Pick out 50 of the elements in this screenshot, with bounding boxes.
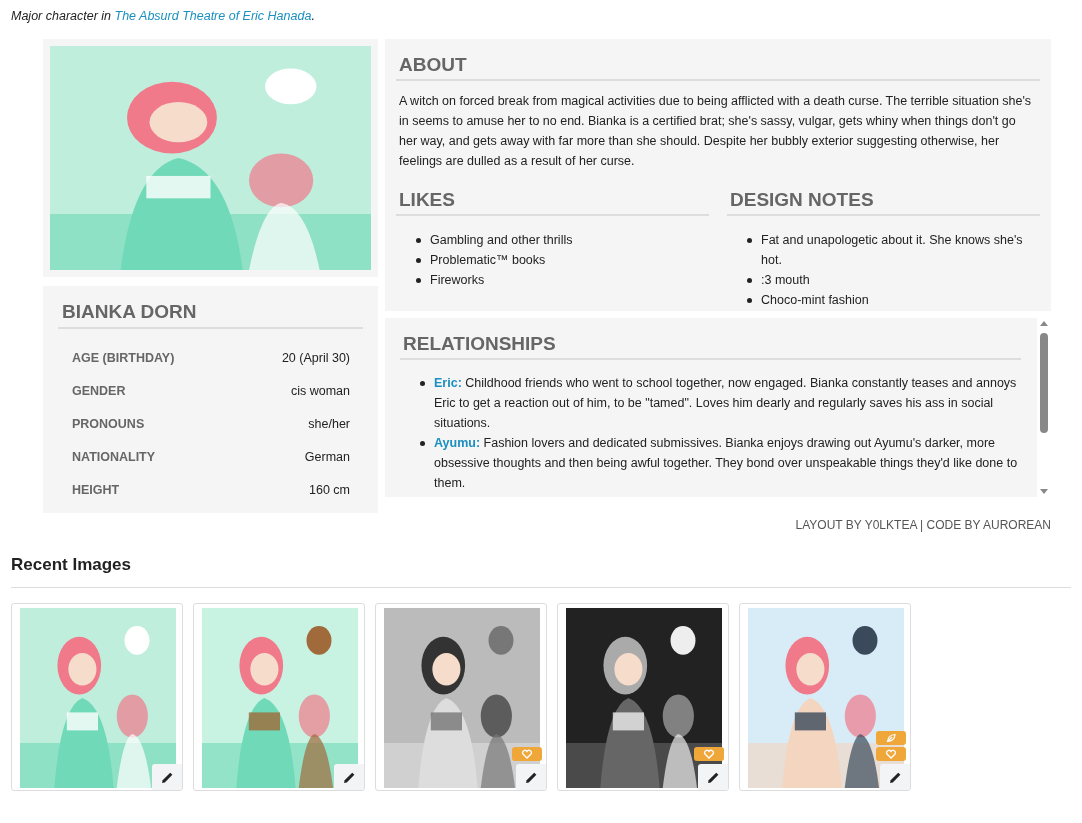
field-label: PRONOUNS: [72, 416, 145, 433]
pencil-icon: [160, 770, 174, 784]
character-name: BIANKA DORN: [58, 300, 363, 329]
relationship-text: Eric: Childhood friends who went to school together, now engaged. Bianka constantly teases and annoys Eric to get a reaction out of him, to be "tamed". Loves him dearly and regularly saves his ass in social situations.: [434, 375, 1018, 432]
list-item: Choco-mint fashion: [761, 292, 870, 309]
pencil-icon: [342, 770, 356, 784]
field-label: GENDER: [72, 383, 126, 400]
list-item: :3 mouth: [761, 272, 811, 289]
intro-text: Major character in The Absurd Theatre of Eric Hanada.: [11, 8, 316, 25]
scrollbar-thumb[interactable]: [1040, 333, 1048, 433]
about-text: A witch on forced break from magical activities due to being afflicted with a death curse. The terrible situation she's in seems to amuse her to no end. Bianka is a certified brat; she's sassy, vulgar, gets whiny when things don't go her way, and gets away with far more than she should. Despite her bubbly exterior suggesting otherwise, her feelings are dulled as a result of her curse.: [399, 93, 1033, 170]
relationship-text: Ayumu: Fashion lovers and dedicated submissives. Bianka enjoys drawing out Ayumu's darker, more obsessive thoughts and then being awful together. They bond over unspeakable things they'd like done to them.: [434, 435, 1019, 492]
section-heading: DESIGN NOTES: [727, 188, 1040, 216]
pencil-icon: [888, 770, 902, 784]
bullet-icon: [416, 238, 421, 243]
field-label: HEIGHT: [72, 482, 120, 499]
section-heading: LIKES: [396, 188, 709, 216]
list-item: Fat and unapologetic about it. She knows she's hot.: [761, 232, 1024, 269]
field-label: NATIONALITY: [72, 449, 156, 466]
field-value: she/her: [308, 416, 350, 433]
section-heading: ABOUT: [396, 53, 1040, 81]
heart-icon: [885, 748, 897, 760]
field-value: 160 cm: [309, 482, 350, 499]
bullet-icon: [747, 298, 752, 303]
field-label: AGE (BIRTHDAY): [72, 350, 175, 367]
pencil-icon: [524, 770, 538, 784]
leaf-icon: [885, 732, 897, 744]
edit-button[interactable]: [152, 764, 182, 790]
list-item: Problematic™ books: [430, 252, 547, 269]
edit-button[interactable]: [334, 764, 364, 790]
bullet-icon: [747, 238, 752, 243]
credits-text: LAYOUT BY Y0LKTEA | CODE BY AUROREAN: [794, 517, 1051, 533]
heart-icon: [703, 748, 715, 760]
bullet-icon: [420, 381, 425, 386]
pencil-icon: [706, 770, 720, 784]
section-heading: RELATIONSHIPS: [400, 332, 1021, 360]
edit-button[interactable]: [880, 764, 910, 790]
bullet-icon: [416, 278, 421, 283]
list-item: Fireworks: [430, 272, 486, 289]
edit-button[interactable]: [516, 764, 546, 790]
edit-button[interactable]: [698, 764, 728, 790]
field-value: 20 (April 30): [281, 350, 350, 367]
heart-icon: [521, 748, 533, 760]
section-title: Recent Images: [11, 555, 132, 575]
list-item: Gambling and other thrills: [430, 232, 574, 249]
bullet-icon: [416, 258, 421, 263]
field-value: cis woman: [290, 383, 350, 400]
field-value: German: [304, 449, 350, 466]
bullet-icon: [747, 278, 752, 283]
bullet-icon: [420, 441, 425, 446]
